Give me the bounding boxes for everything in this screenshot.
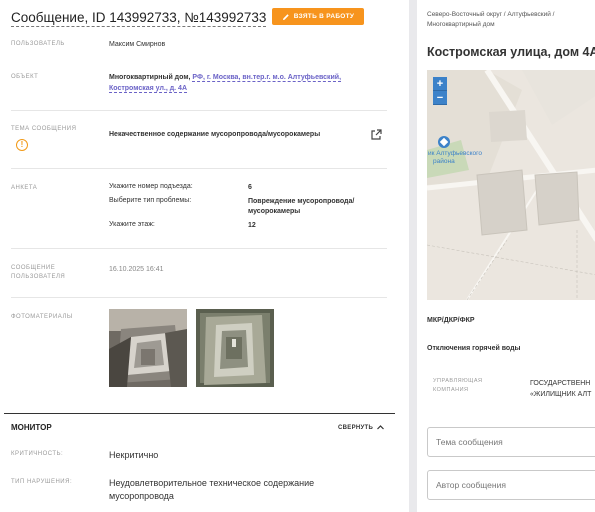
- panel-divider: [409, 0, 417, 512]
- object-address-link[interactable]: РФ, г. Москва, вн.тер.г. м.о. Алтуфьевск…: [192, 74, 342, 82]
- zoom-out-button[interactable]: −: [433, 91, 447, 105]
- photos-label: ФОТОМАТЕРИАЛЫ: [11, 314, 73, 320]
- map-zoom-control: + −: [433, 77, 447, 105]
- breadcrumb: Северо-Восточный округ / Алтуфьевский / М…: [427, 11, 555, 28]
- survey-answer: 12: [248, 222, 256, 229]
- violation-label: ТИП НАРУШЕНИЯ:: [11, 479, 73, 485]
- management-company-label: УПРАВЛЯЮЩАЯ КОМПАНИЯ: [433, 378, 483, 393]
- pencil-icon: [282, 13, 289, 20]
- object-value: Многоквартирный дом, РФ, г. Москва, вн.т…: [109, 72, 342, 94]
- map-canvas: [427, 70, 595, 300]
- hot-water-link[interactable]: Отключения горячей воды: [427, 345, 521, 352]
- photo-thumbnail[interactable]: [196, 309, 274, 387]
- management-company-value: ГОСУДАРСТВЕНН «ЖИЛИЩНИК АЛТ: [530, 380, 592, 398]
- author-filter-input[interactable]: Автор сообщения: [427, 470, 595, 500]
- take-to-work-button[interactable]: ВЗЯТЬ В РАБОТУ: [272, 8, 364, 25]
- zoom-in-button[interactable]: +: [433, 77, 447, 91]
- object-address-link-2[interactable]: Костромская ул., д. 4А: [109, 85, 188, 93]
- photo-thumbnail[interactable]: [109, 309, 187, 387]
- map[interactable]: ик Алтуфьевского района + −: [427, 70, 595, 300]
- survey-label: АНКЕТА: [11, 185, 38, 191]
- divider: [11, 297, 387, 298]
- object-title: Костромская улица, дом 4А: [427, 45, 595, 59]
- criticality-value: Некритично: [109, 450, 159, 460]
- divider: [11, 110, 387, 111]
- survey-answer: Повреждение мусоропровода/ мусорокамеры: [248, 198, 355, 215]
- external-link-icon[interactable]: [371, 129, 382, 140]
- divider: [11, 168, 387, 169]
- survey-question: Укажите номер подъезда:: [109, 183, 193, 190]
- object-panel: Северо-Восточный округ / Алтуфьевский / М…: [417, 0, 595, 512]
- monitor-divider: [4, 413, 395, 414]
- monitor-title: МОНИТОР: [11, 423, 52, 432]
- collapse-button[interactable]: СВЕРНУТЬ: [338, 424, 385, 431]
- user-value: Максим Смирнов: [109, 41, 166, 48]
- message-panel: Сообщение, ID 143992733, №143992733 ВЗЯТ…: [0, 0, 409, 512]
- message-label: СООБЩЕНИЕ ПОЛЬЗОВАТЕЛЯ: [11, 265, 66, 280]
- message-title[interactable]: Сообщение, ID 143992733, №143992733: [11, 10, 267, 27]
- warning-icon: !: [16, 139, 28, 151]
- survey-question: Укажите этаж:: [109, 221, 155, 228]
- object-label: ОБЪЕКТ: [11, 74, 39, 80]
- user-label: ПОЛЬЗОВАТЕЛЬ: [11, 41, 65, 47]
- object-type: Многоквартирный дом,: [109, 74, 191, 81]
- topic-filter-input[interactable]: Тема сообщения: [427, 427, 595, 457]
- topic-value: Некачественное содержание мусоропровода/…: [109, 131, 321, 138]
- topic-label: ТЕМА СООБЩЕНИЯ: [11, 126, 77, 132]
- divider: [11, 248, 387, 249]
- chevron-up-icon: [377, 425, 385, 430]
- survey-question: Выберите тип проблемы:: [109, 197, 192, 204]
- collapse-label: СВЕРНУТЬ: [338, 424, 374, 431]
- photo-image: [109, 309, 187, 387]
- survey-answer: 6: [248, 184, 252, 191]
- message-date: 16.10.2025 16:41: [109, 266, 164, 273]
- criticality-label: КРИТИЧНОСТЬ:: [11, 451, 64, 457]
- map-poi-label: ик Алтуфьевского района: [428, 150, 482, 165]
- take-to-work-label: ВЗЯТЬ В РАБОТУ: [293, 13, 355, 20]
- photo-image: [196, 309, 274, 387]
- violation-value: Неудовлетворительное техническое содержа…: [109, 478, 315, 501]
- mkr-link[interactable]: МКР/ДКР/ФКР: [427, 317, 475, 324]
- message-header[interactable]: Сообщение, ID 143992733, №143992733: [11, 8, 283, 28]
